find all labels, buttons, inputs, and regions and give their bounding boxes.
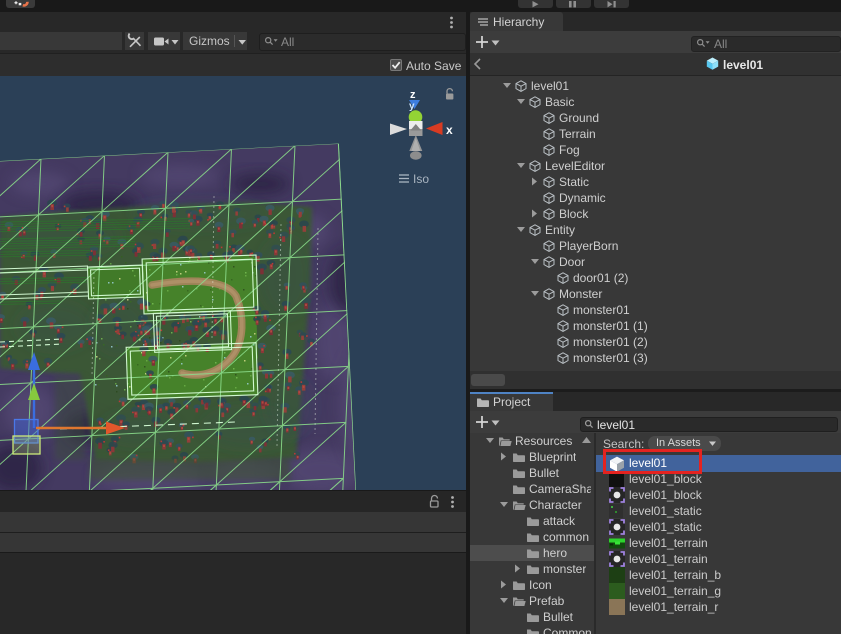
- svg-text:Iso: Iso: [413, 172, 429, 186]
- svg-text:z: z: [410, 89, 416, 101]
- svg-text:x: x: [446, 123, 453, 137]
